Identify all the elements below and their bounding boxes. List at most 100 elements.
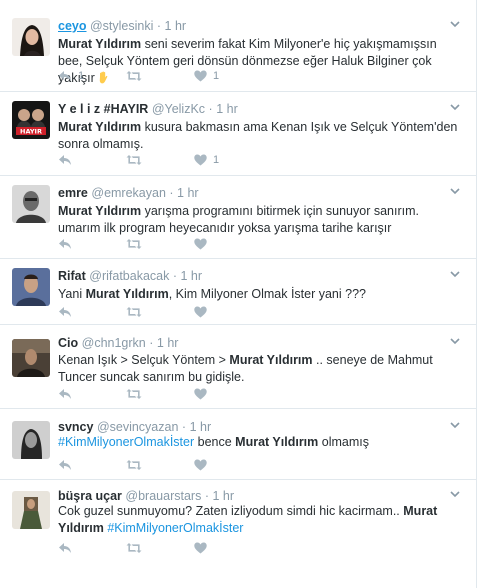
caret-down-icon[interactable]	[448, 418, 462, 432]
tweet-timestamp[interactable]: 1 hr	[190, 420, 212, 434]
author-fullname[interactable]: Cio	[58, 336, 78, 350]
reply-button[interactable]	[58, 238, 126, 250]
reply-button[interactable]: 1	[58, 70, 126, 82]
author-username[interactable]: @sevincyazan	[97, 420, 178, 434]
reply-icon	[59, 155, 71, 165]
like-heart-icon	[194, 542, 207, 554]
tweet-timestamp[interactable]: 1 hr	[212, 489, 234, 503]
author-fullname[interactable]: ceyo	[58, 19, 87, 33]
separator-dot: ·	[181, 420, 187, 434]
tweet-header: Rifat @rifatbakacak · 1 hr	[58, 268, 202, 284]
author-fullname[interactable]: emre	[58, 186, 88, 200]
caret-down-icon[interactable]	[448, 487, 462, 501]
tweet-item[interactable]: emre @emrekayan · 1 hr Murat Yıldırım ya…	[0, 176, 476, 259]
tweet-header: emre @emrekayan · 1 hr	[58, 185, 199, 201]
caret-down-icon[interactable]	[448, 100, 462, 114]
avatar[interactable]	[12, 491, 50, 529]
like-button[interactable]	[194, 238, 262, 250]
hashtag-link[interactable]: #KimMilyonerOlmakİster	[107, 521, 243, 535]
tweet-item[interactable]: ceyo @stylesinki · 1 hr Murat Yıldırım s…	[0, 0, 476, 92]
tweet-timeline: ceyo @stylesinki · 1 hr Murat Yıldırım s…	[0, 0, 477, 588]
author-username[interactable]: @YelizKc	[152, 102, 205, 116]
separator-dot: ·	[172, 269, 178, 283]
hashtag-link[interactable]: #KimMilyonerOlmakİster	[58, 435, 194, 449]
tweet-text: Cok guzel sunmuyomu? Zaten izliyodum sim…	[58, 503, 463, 537]
like-count: 1	[213, 70, 220, 82]
author-fullname[interactable]: Rifat	[58, 269, 86, 283]
retweet-button[interactable]	[126, 459, 194, 471]
tweet-timestamp[interactable]: 1 hr	[216, 102, 238, 116]
highlighted-name: Murat Yıldırım	[58, 204, 142, 218]
tweet-item[interactable]: HAYIR Y e l i z #HAYIR @YelizKc · 1 hr M…	[0, 92, 476, 176]
author-fullname[interactable]: svncy	[58, 420, 93, 434]
avatar[interactable]	[12, 185, 50, 223]
retweet-icon	[126, 239, 142, 249]
author-fullname[interactable]: büşra uçar	[58, 489, 122, 503]
tweet-item[interactable]: büşra uçar @brauarstars · 1 hr Cok guzel…	[0, 480, 476, 588]
tweet-timestamp[interactable]: 1 hr	[165, 19, 187, 33]
tweet-item[interactable]: Rifat @rifatbakacak · 1 hr Yani Murat Yı…	[0, 259, 476, 325]
like-count: 1	[213, 154, 220, 166]
highlighted-name: Murat Yıldırım	[85, 287, 169, 301]
retweet-button[interactable]	[126, 306, 194, 318]
reply-button[interactable]	[58, 388, 126, 400]
like-button[interactable]: 1	[194, 154, 262, 166]
tweet-text: Murat Yıldırım kusura bakmasın ama Kenan…	[58, 119, 463, 153]
reply-button[interactable]	[58, 306, 126, 318]
like-button[interactable]	[194, 388, 262, 400]
tweet-actions	[58, 304, 262, 320]
tweet-actions	[58, 386, 262, 402]
separator-dot: ·	[149, 336, 154, 350]
author-fullname[interactable]: Y e l i z #HAYIR	[58, 102, 148, 116]
author-username[interactable]: @brauarstars	[125, 489, 201, 503]
tweet-timestamp[interactable]: 1 hr	[177, 186, 199, 200]
tweet-timestamp[interactable]: 1 hr	[157, 336, 179, 350]
avatar[interactable]	[12, 421, 50, 459]
tweet-text-segment: olmamış	[318, 435, 369, 449]
author-username[interactable]: @emrekayan	[91, 186, 166, 200]
reply-count: 1	[78, 70, 85, 82]
tweet-text: Murat Yıldırım yarışma programını bitirm…	[58, 203, 463, 237]
retweet-button[interactable]	[126, 238, 194, 250]
like-button[interactable]	[194, 459, 262, 471]
tweet-header: ceyo @stylesinki · 1 hr	[58, 18, 186, 34]
like-heart-icon	[194, 154, 207, 166]
tweet-item[interactable]: svncy @sevincyazan · 1 hr #KimMilyonerOl…	[0, 409, 476, 480]
like-button[interactable]	[194, 542, 262, 554]
tweet-text: Yani Murat Yıldırım, Kim Milyoner Olmak …	[58, 286, 463, 303]
avatar[interactable]	[12, 18, 50, 56]
retweet-button[interactable]	[126, 70, 194, 82]
retweet-icon	[126, 460, 142, 470]
retweet-icon	[126, 307, 142, 317]
retweet-icon	[126, 71, 142, 81]
reply-button[interactable]	[58, 542, 126, 554]
author-username[interactable]: @rifatbakacak	[89, 269, 169, 283]
tweet-header: svncy @sevincyazan · 1 hr	[58, 419, 211, 435]
author-username[interactable]: @chn1grkn	[82, 336, 146, 350]
retweet-button[interactable]	[126, 542, 194, 554]
avatar[interactable]	[12, 339, 50, 377]
reply-icon	[59, 239, 71, 249]
author-username[interactable]: @stylesinki	[90, 19, 153, 33]
tweet-item[interactable]: Cio @chn1grkn · 1 hr Kenan Işık > Selçuk…	[0, 325, 476, 409]
caret-down-icon[interactable]	[448, 267, 462, 281]
reply-button[interactable]	[58, 154, 126, 166]
retweet-icon	[126, 543, 142, 553]
like-button[interactable]	[194, 306, 262, 318]
retweet-icon	[126, 389, 142, 399]
retweet-button[interactable]	[126, 388, 194, 400]
caret-down-icon[interactable]	[448, 17, 462, 31]
avatar[interactable]: HAYIR	[12, 101, 50, 139]
retweet-button[interactable]	[126, 154, 194, 166]
tweet-actions	[58, 236, 262, 252]
tweet-timestamp[interactable]: 1 hr	[181, 269, 203, 283]
caret-down-icon[interactable]	[448, 184, 462, 198]
caret-down-icon[interactable]	[448, 334, 462, 348]
like-button[interactable]: 1	[194, 70, 262, 82]
avatar[interactable]	[12, 268, 50, 306]
like-heart-icon	[194, 388, 207, 400]
like-heart-icon	[194, 70, 207, 82]
reply-button[interactable]	[58, 459, 126, 471]
like-heart-icon	[194, 306, 207, 318]
reply-icon	[59, 460, 71, 470]
